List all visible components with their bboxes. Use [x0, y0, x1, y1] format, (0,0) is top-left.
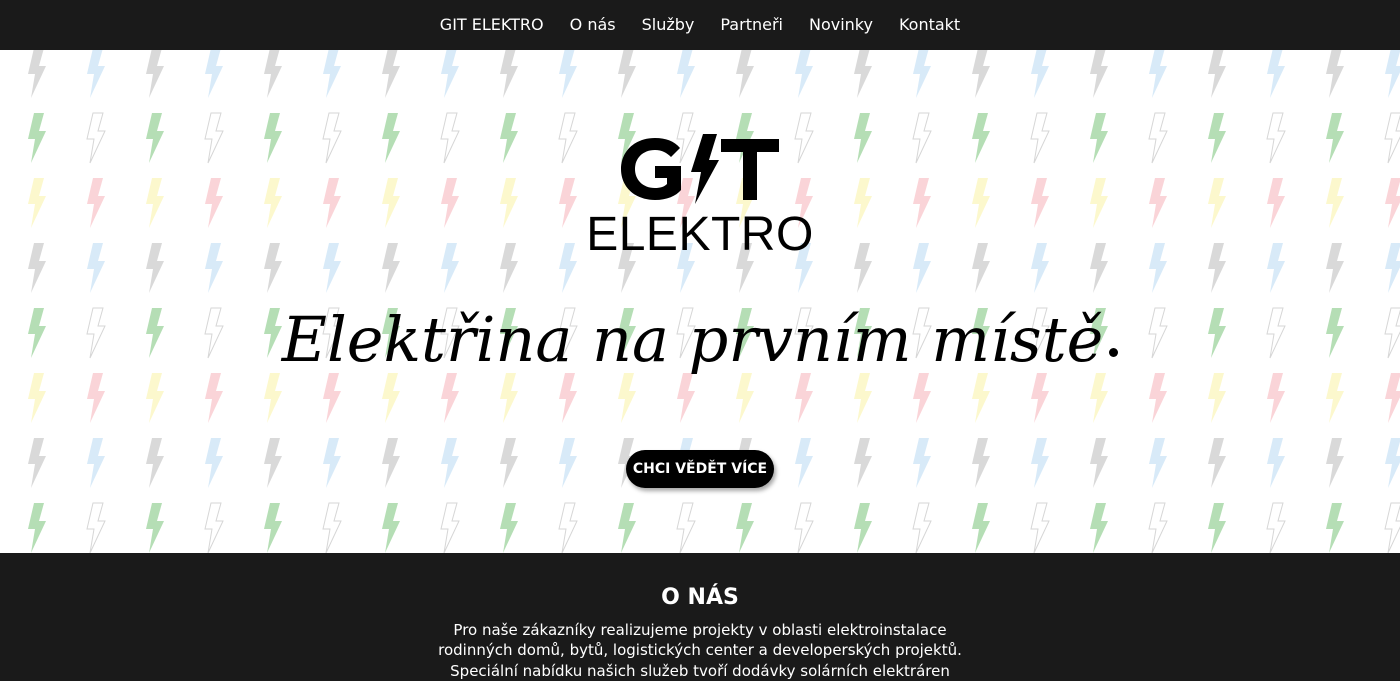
- lightning-bolt-icon: [28, 438, 46, 488]
- lightning-bolt-icon: [1267, 438, 1285, 488]
- nav-item-partneri[interactable]: Partneři: [707, 0, 796, 50]
- lightning-bolt-icon: [1149, 50, 1167, 98]
- top-navigation: GIT ELEKTRO O nás Služby Partneři Novink…: [0, 0, 1400, 50]
- lightning-bolt-icon: [264, 50, 282, 98]
- lightning-bolt-icon: [1031, 438, 1049, 488]
- nav-item-git-elektro[interactable]: GIT ELEKTRO: [427, 0, 557, 50]
- lightning-bolt-icon: [204, 502, 224, 553]
- lightning-bolt-icon: [264, 503, 282, 553]
- lightning-bolt-icon: [28, 503, 46, 553]
- about-text-line: Speciální nabídku našich služeb tvoří do…: [450, 662, 950, 680]
- lightning-bolt-icon: [558, 502, 578, 553]
- logo-wordmark: ELEKTRO: [586, 208, 814, 261]
- lightning-bolt-icon: [795, 438, 813, 488]
- lightning-bolt-icon: [1030, 502, 1050, 553]
- lightning-bolt-icon: [1385, 50, 1400, 98]
- about-section: O NÁS Pro naše zákazníky realizujeme pro…: [0, 553, 1400, 681]
- lightning-bolt-icon: [1208, 438, 1226, 488]
- company-logo: [0, 130, 1400, 208]
- lightning-bolt-icon: [146, 503, 164, 553]
- lightning-bolt-icon: [913, 438, 931, 488]
- lightning-bolt-icon: [382, 438, 400, 488]
- lightning-bolt-icon: [794, 502, 814, 553]
- lightning-bolt-icon: [322, 502, 342, 553]
- lightning-bolt-icon: [676, 502, 696, 553]
- lightning-bolt-icon: [559, 438, 577, 488]
- lightning-bolt-icon: [87, 50, 105, 98]
- lightning-bolt-icon: [1267, 50, 1285, 98]
- lightning-bolt-icon: [854, 50, 872, 98]
- lightning-bolt-icon: [559, 50, 577, 98]
- plug-dot-icon: [1109, 348, 1119, 357]
- lightning-bolt-icon: [1266, 502, 1286, 553]
- lightning-bolt-icon: [854, 438, 872, 488]
- tagline-text: Elektřina na prvním místě: [281, 303, 1104, 376]
- lightning-bolt-icon: [972, 503, 990, 553]
- lightning-bolt-icon: [972, 438, 990, 488]
- lightning-bolt-icon: [618, 50, 636, 98]
- lightning-bolt-icon: [736, 50, 754, 98]
- lightning-bolt-icon: [618, 503, 636, 553]
- lightning-bolt-icon: [87, 438, 105, 488]
- lightning-bolt-icon: [1090, 503, 1108, 553]
- lightning-bolt-icon: [382, 503, 400, 553]
- lightning-bolt-icon: [1385, 438, 1400, 488]
- lightning-bolt-icon: [854, 503, 872, 553]
- nav-item-o-nas[interactable]: O nás: [557, 0, 629, 50]
- lightning-bolt-icon: [1031, 50, 1049, 98]
- lightning-bolt-icon: [912, 502, 932, 553]
- lightning-bolt-icon: [205, 438, 223, 488]
- about-text-line: rodinných domů, bytů, logistických cente…: [438, 641, 962, 659]
- about-heading: O NÁS: [661, 585, 739, 610]
- git-logo-mark: [621, 134, 779, 204]
- lightning-bolt-icon: [1326, 503, 1344, 553]
- lightning-bolt-icon: [500, 438, 518, 488]
- lightning-bolt-icon: [1090, 438, 1108, 488]
- lightning-bolt-icon: [1326, 438, 1344, 488]
- about-text-line: Pro naše zákazníky realizujeme projekty …: [453, 621, 947, 639]
- lightning-bolt-icon: [1090, 50, 1108, 98]
- lightning-bolt-icon: [146, 50, 164, 98]
- hero-tagline: Elektřina na prvním místě: [0, 295, 1400, 385]
- lightning-bolt-icon: [500, 50, 518, 98]
- lightning-bolt-icon: [146, 438, 164, 488]
- lightning-bolt-icon: [1208, 50, 1226, 98]
- lightning-bolt-icon: [323, 50, 341, 98]
- hero-section: ELEKTRO Elektřina na prvním místě CHCI V…: [0, 50, 1400, 553]
- lightning-bolt-icon: [972, 50, 990, 98]
- lightning-bolt-icon: [382, 50, 400, 98]
- lightning-bolt-icon: [323, 438, 341, 488]
- lightning-bolt-icon: [1384, 502, 1400, 553]
- lightning-bolt-icon: [28, 50, 46, 98]
- lightning-bolt-icon: [677, 50, 695, 98]
- lightning-bolt-icon: [500, 503, 518, 553]
- lightning-bolt-icon: [441, 438, 459, 488]
- lightning-bolt-icon: [1208, 503, 1226, 553]
- lightning-bolt-icon: [440, 502, 460, 553]
- lightning-bolt-icon: [1326, 50, 1344, 98]
- lightning-bolt-icon: [264, 438, 282, 488]
- lightning-bolt-icon: [86, 502, 106, 553]
- lightning-bolt-icon: [736, 503, 754, 553]
- nav-item-kontakt[interactable]: Kontakt: [886, 0, 973, 50]
- nav-item-sluzby[interactable]: Služby: [629, 0, 708, 50]
- lightning-bolt-icon: [913, 50, 931, 98]
- learn-more-button[interactable]: CHCI VĚDĚT VÍCE: [626, 450, 774, 488]
- lightning-bolt-icon: [1149, 438, 1167, 488]
- lightning-bolt-icon: [205, 50, 223, 98]
- lightning-bolt-icon: [441, 50, 459, 98]
- lightning-bolt-icon: [795, 50, 813, 98]
- lightning-bolt-icon: [1148, 502, 1168, 553]
- nav-item-novinky[interactable]: Novinky: [796, 0, 886, 50]
